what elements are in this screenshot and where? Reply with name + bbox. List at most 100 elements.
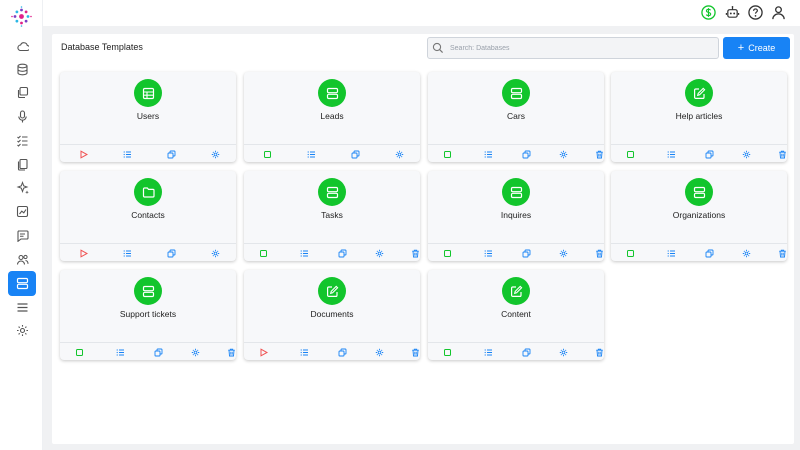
play-action-button[interactable] — [78, 149, 88, 159]
sidebar-item-menu[interactable] — [9, 296, 35, 318]
template-card[interactable]: Help articles — [611, 72, 787, 162]
card-title: Documents — [310, 309, 354, 319]
card-icon-badge — [685, 178, 713, 206]
copy-action-button[interactable] — [521, 248, 531, 258]
copy-action-button[interactable] — [166, 248, 176, 258]
template-card[interactable]: Inquires — [428, 171, 604, 261]
template-card[interactable]: Organizations — [611, 171, 787, 261]
sidebar-item-documents[interactable] — [9, 153, 35, 175]
sidebar-item-sparkles[interactable] — [9, 176, 35, 198]
list-action-button[interactable] — [299, 347, 309, 357]
delete-action-button[interactable] — [594, 347, 604, 357]
card-icon-badge — [502, 277, 530, 305]
template-card[interactable]: Content — [428, 270, 604, 360]
sidebar-item-database[interactable] — [9, 58, 35, 80]
search-box[interactable] — [427, 37, 719, 59]
sidebar-item-checklist[interactable] — [9, 129, 35, 151]
list-icon — [667, 249, 675, 257]
template-card[interactable]: Tasks — [244, 171, 420, 261]
card-actions-bar — [244, 342, 420, 360]
template-card[interactable]: Leads — [244, 72, 420, 162]
list-action-button[interactable] — [483, 149, 493, 159]
copy-action-button[interactable] — [337, 347, 347, 357]
card-icon-badge — [318, 178, 346, 206]
settings-action-button[interactable] — [741, 149, 751, 159]
copy-action-button[interactable] — [337, 248, 347, 258]
play-action-button[interactable] — [258, 347, 268, 357]
copy-action-button[interactable] — [350, 149, 360, 159]
list-action-button[interactable] — [115, 347, 125, 357]
gear-icon — [559, 150, 567, 158]
delete-action-button[interactable] — [410, 248, 420, 258]
sidebar-item-chart[interactable] — [9, 200, 35, 222]
sidebar-item-users[interactable] — [9, 248, 35, 270]
settings-action-button[interactable] — [374, 347, 384, 357]
delete-action-button[interactable] — [594, 248, 604, 258]
app-logo[interactable] — [11, 6, 32, 27]
list-action-button[interactable] — [122, 248, 132, 258]
delete-action-button[interactable] — [594, 149, 604, 159]
robot-icon[interactable] — [724, 4, 741, 21]
settings-action-button[interactable] — [210, 248, 220, 258]
list-action-button[interactable] — [666, 149, 676, 159]
template-card[interactable]: Cars — [428, 72, 604, 162]
list-action-button[interactable] — [122, 149, 132, 159]
template-card[interactable]: Support tickets — [60, 270, 236, 360]
list-action-button[interactable] — [483, 248, 493, 258]
dollar-icon[interactable] — [700, 4, 717, 21]
gear-icon — [211, 249, 219, 257]
template-card[interactable]: Contacts — [60, 171, 236, 261]
copy-action-button[interactable] — [704, 149, 714, 159]
stop-action-button[interactable] — [442, 149, 452, 159]
copy-icon — [522, 150, 530, 158]
gear-icon — [375, 249, 383, 257]
sidebar-item-chat[interactable] — [9, 224, 35, 246]
settings-action-button[interactable] — [558, 248, 568, 258]
card-title: Contacts — [131, 210, 165, 220]
template-card[interactable]: Users — [60, 72, 236, 162]
settings-action-button[interactable] — [558, 149, 568, 159]
copy-action-button[interactable] — [166, 149, 176, 159]
gear-icon — [191, 348, 199, 356]
settings-action-button[interactable] — [190, 347, 200, 357]
list-action-button[interactable] — [666, 248, 676, 258]
delete-action-button[interactable] — [777, 248, 787, 258]
list-icon — [307, 150, 315, 158]
play-action-button[interactable] — [78, 248, 88, 258]
stop-action-button[interactable] — [625, 248, 635, 258]
settings-action-button[interactable] — [741, 248, 751, 258]
list-icon — [484, 150, 492, 158]
stop-action-button[interactable] — [258, 248, 268, 258]
sidebar-item-copy[interactable] — [9, 81, 35, 103]
copy-action-button[interactable] — [704, 248, 714, 258]
create-button[interactable]: + Create — [723, 37, 790, 59]
documents-icon — [17, 158, 28, 171]
help-icon[interactable] — [747, 4, 764, 21]
stop-action-button[interactable] — [442, 248, 452, 258]
settings-action-button[interactable] — [374, 248, 384, 258]
list-action-button[interactable] — [306, 149, 316, 159]
stop-action-button[interactable] — [625, 149, 635, 159]
search-input[interactable] — [450, 44, 700, 52]
card-actions-bar — [428, 243, 604, 261]
sidebar-item-cloud[interactable] — [9, 34, 35, 56]
settings-action-button[interactable] — [394, 149, 404, 159]
delete-action-button[interactable] — [777, 149, 787, 159]
delete-action-button[interactable] — [410, 347, 420, 357]
list-action-button[interactable] — [483, 347, 493, 357]
stop-action-button[interactable] — [74, 347, 84, 357]
sidebar-item-server[interactable] — [8, 271, 36, 296]
stop-action-button[interactable] — [442, 347, 452, 357]
copy-action-button[interactable] — [521, 149, 531, 159]
stop-action-button[interactable] — [262, 149, 272, 159]
delete-action-button[interactable] — [226, 347, 236, 357]
user-icon[interactable] — [770, 4, 787, 21]
settings-action-button[interactable] — [210, 149, 220, 159]
sidebar-item-microphone[interactable] — [9, 105, 35, 127]
sidebar-item-gear[interactable] — [9, 319, 35, 341]
copy-action-button[interactable] — [521, 347, 531, 357]
template-card[interactable]: Documents — [244, 270, 420, 360]
settings-action-button[interactable] — [558, 347, 568, 357]
list-action-button[interactable] — [299, 248, 309, 258]
copy-action-button[interactable] — [153, 347, 163, 357]
